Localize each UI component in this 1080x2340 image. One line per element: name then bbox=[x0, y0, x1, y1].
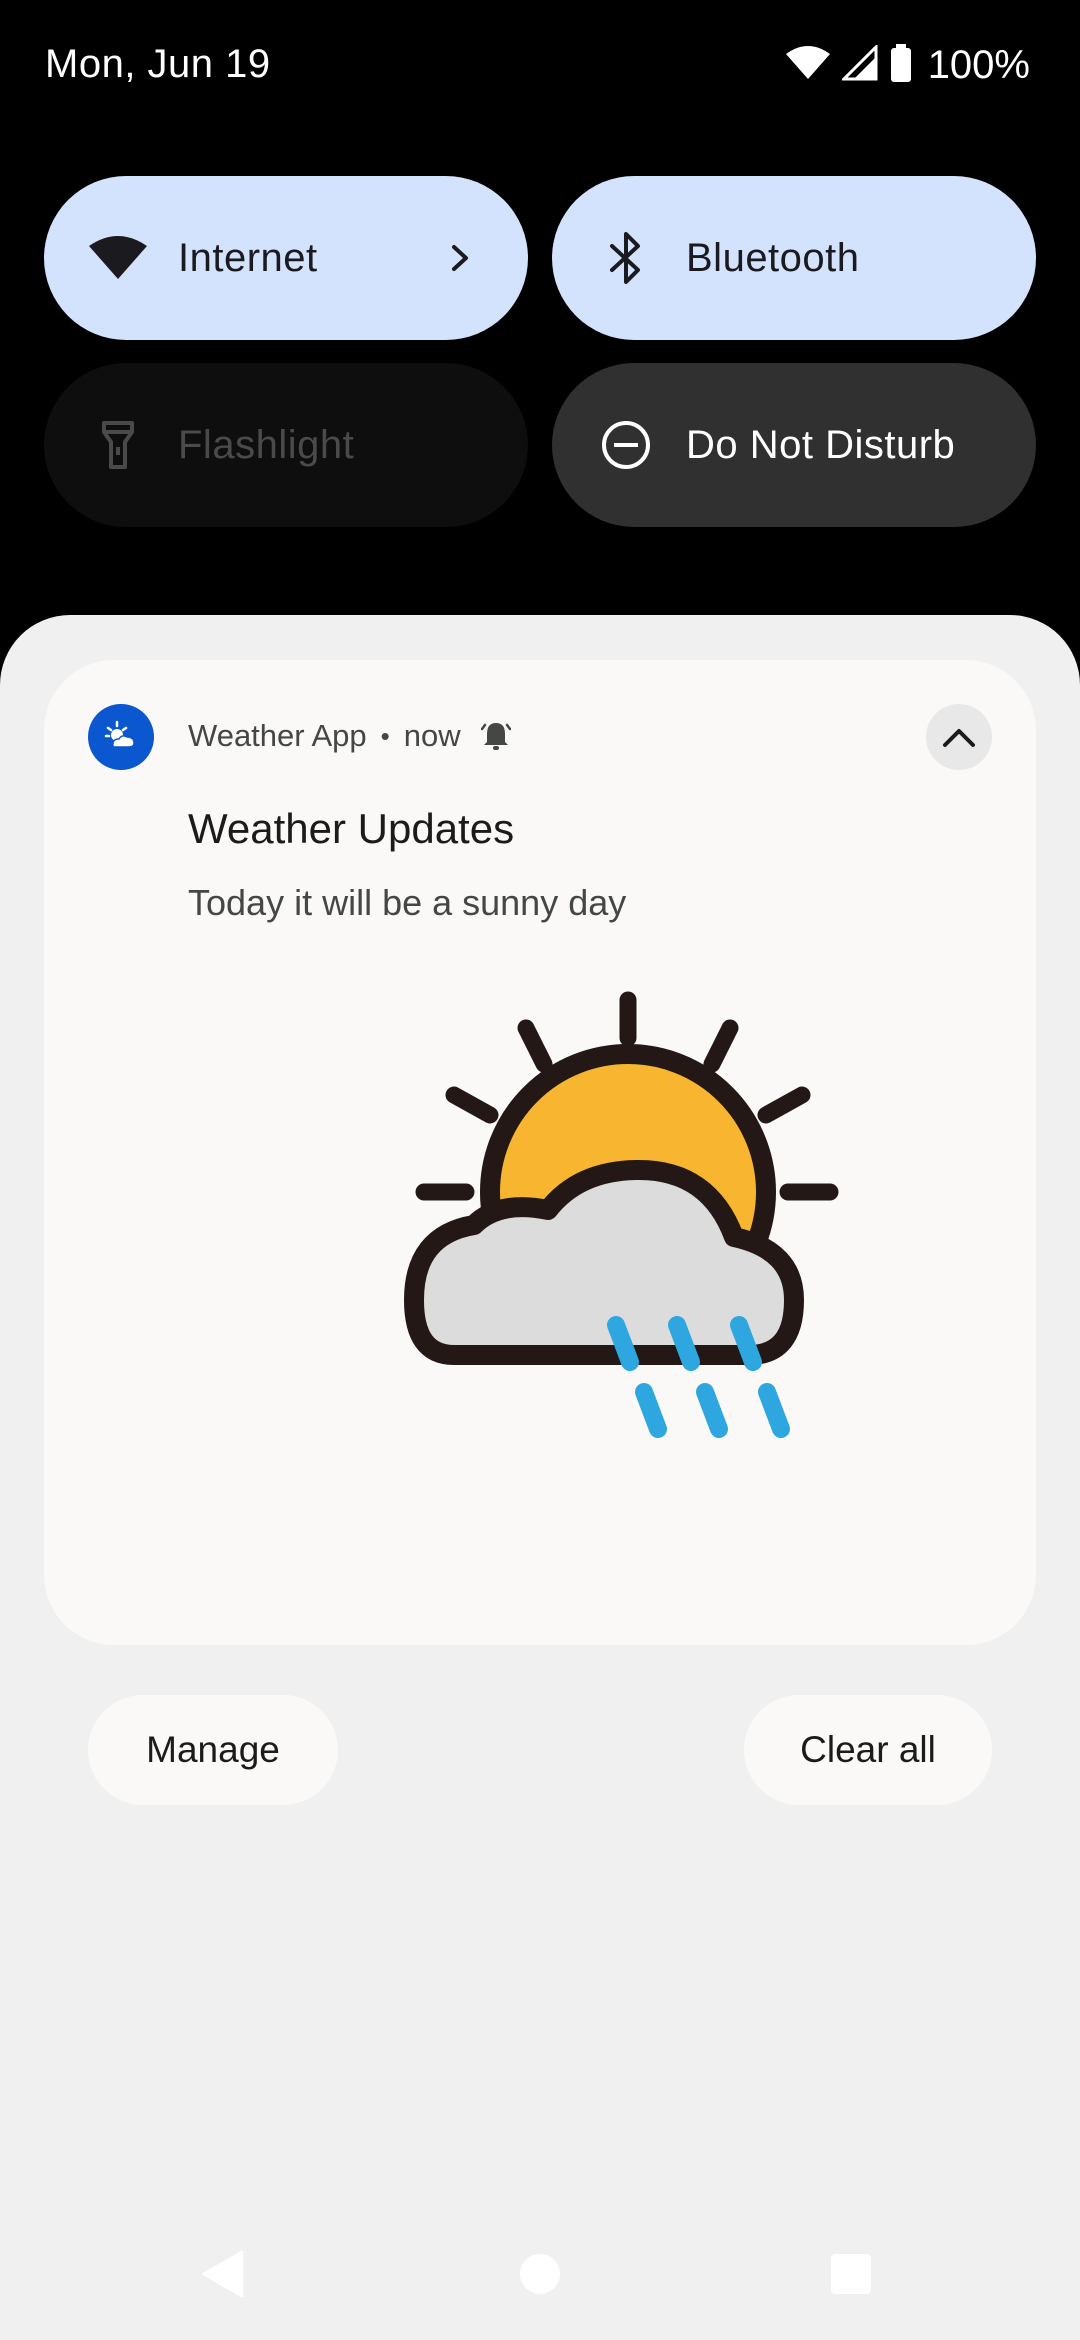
tile-do-not-disturb-label: Do Not Disturb bbox=[686, 422, 956, 467]
separator-dot: • bbox=[380, 720, 390, 751]
tile-bluetooth[interactable]: Bluetooth bbox=[552, 176, 1036, 340]
status-date: Mon, Jun 19 bbox=[45, 42, 271, 86]
chevron-up-icon bbox=[943, 729, 975, 747]
notification-card[interactable]: Weather App • now Weather Updates Today … bbox=[44, 660, 1036, 1645]
tile-internet-label: Internet bbox=[178, 235, 318, 280]
app-name: Weather App bbox=[188, 718, 367, 753]
tile-internet[interactable]: Internet bbox=[44, 176, 528, 340]
recents-icon[interactable] bbox=[829, 2252, 873, 2301]
home-icon[interactable] bbox=[518, 2252, 562, 2301]
sun-cloud-rain-icon bbox=[294, 980, 914, 1580]
clear-all-button[interactable]: Clear all bbox=[744, 1695, 992, 1805]
bluetooth-icon bbox=[594, 226, 658, 290]
manage-button[interactable]: Manage bbox=[88, 1695, 338, 1805]
chevron-right-icon bbox=[430, 228, 490, 288]
notification-header: Weather App • now bbox=[188, 718, 511, 754]
app-icon bbox=[88, 704, 154, 770]
wifi-icon bbox=[86, 226, 150, 290]
battery-icon bbox=[890, 43, 912, 87]
notification-time: now bbox=[403, 718, 461, 753]
cell-signal-icon bbox=[840, 42, 878, 86]
notification-title: Weather Updates bbox=[188, 805, 515, 852]
tile-flashlight[interactable]: Flashlight bbox=[44, 363, 528, 527]
notification-text: Today it will be a sunny day bbox=[188, 882, 627, 923]
flashlight-icon bbox=[86, 413, 150, 477]
alert-bell-icon bbox=[480, 720, 511, 752]
navigation-bar bbox=[0, 2220, 1080, 2340]
tile-bluetooth-label: Bluetooth bbox=[686, 235, 860, 280]
status-icons: 100% bbox=[785, 40, 1030, 90]
wifi-icon bbox=[785, 45, 830, 85]
weather-app-icon bbox=[104, 720, 135, 748]
tile-do-not-disturb[interactable]: Do Not Disturb bbox=[552, 363, 1036, 527]
tile-flashlight-label: Flashlight bbox=[178, 422, 355, 467]
collapse-button[interactable] bbox=[926, 704, 992, 770]
status-bar: Mon, Jun 19 100% bbox=[0, 0, 1080, 140]
do-not-disturb-icon bbox=[594, 413, 658, 477]
battery-percentage: 100% bbox=[927, 42, 1030, 87]
back-icon[interactable] bbox=[200, 2248, 246, 2305]
